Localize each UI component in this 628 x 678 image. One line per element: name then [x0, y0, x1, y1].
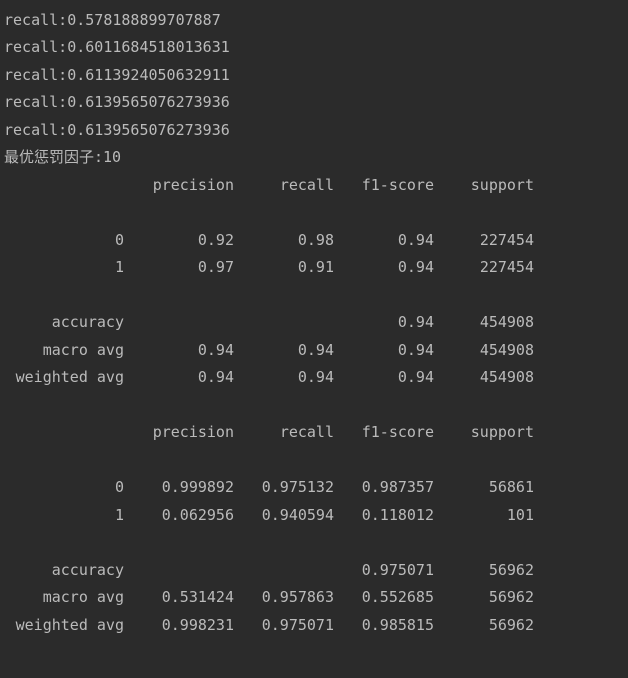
- summary-f1-score: 0.975071: [361, 561, 434, 579]
- header-precision: precision: [152, 176, 234, 194]
- summary-support: 454908: [479, 341, 534, 359]
- summary-precision: 0.998231: [161, 616, 234, 634]
- summary-label: macro avg: [42, 588, 124, 606]
- header-precision: precision: [152, 423, 234, 441]
- header-recall: recall: [279, 423, 334, 441]
- summary-f1-score: 0.94: [397, 368, 434, 386]
- summary-support: 454908: [479, 313, 534, 331]
- header-f1-score: f1-score: [361, 423, 434, 441]
- row-support: 227454: [479, 231, 534, 249]
- summary-precision: 0.94: [197, 341, 234, 359]
- header-support: support: [470, 176, 534, 194]
- recall-line: recall:0.6139565076273936: [4, 121, 230, 139]
- summary-recall: 0.94: [297, 368, 334, 386]
- summary-recall: 0.957863: [261, 588, 334, 606]
- recall-line: recall:0.6011684518013631: [4, 38, 230, 56]
- summary-support: 56962: [488, 588, 534, 606]
- row-precision: 0.999892: [161, 478, 234, 496]
- summary-label: macro avg: [42, 341, 124, 359]
- summary-label: accuracy: [51, 561, 124, 579]
- row-recall: 0.940594: [261, 506, 334, 524]
- header-support: support: [470, 423, 534, 441]
- console-output: _ _ recall:0.578188899707887 recall:0.60…: [4, 0, 624, 678]
- header-recall: recall: [279, 176, 334, 194]
- row-f1-score: 0.94: [397, 258, 434, 276]
- header-f1-score: f1-score: [361, 176, 434, 194]
- row-f1-score: 0.987357: [361, 478, 434, 496]
- clipped-previous-line: _ _: [4, 0, 374, 1]
- summary-f1-score: 0.985815: [361, 616, 434, 634]
- row-recall: 0.98: [297, 231, 334, 249]
- best-penalty-factor-line: 最优惩罚因子:10: [4, 148, 122, 166]
- summary-label: weighted avg: [15, 368, 124, 386]
- row-precision: 0.97: [197, 258, 234, 276]
- row-label: 0: [114, 231, 124, 249]
- row-recall: 0.975132: [261, 478, 334, 496]
- recall-line: recall:0.6139565076273936: [4, 93, 230, 111]
- summary-precision: 0.94: [197, 368, 234, 386]
- row-support: 227454: [479, 258, 534, 276]
- row-support: 101: [506, 506, 534, 524]
- summary-support: 56962: [488, 616, 534, 634]
- row-f1-score: 0.94: [397, 231, 434, 249]
- row-support: 56861: [488, 478, 534, 496]
- row-label: 1: [114, 506, 124, 524]
- summary-recall: 0.975071: [261, 616, 334, 634]
- summary-support: 56962: [488, 561, 534, 579]
- row-label: 0: [114, 478, 124, 496]
- recall-line: recall:0.6113924050632911: [4, 66, 230, 84]
- row-precision: 0.92: [197, 231, 234, 249]
- summary-f1-score: 0.552685: [361, 588, 434, 606]
- row-f1-score: 0.118012: [361, 506, 434, 524]
- summary-label: accuracy: [51, 313, 124, 331]
- summary-precision: 0.531424: [161, 588, 234, 606]
- summary-support: 454908: [479, 368, 534, 386]
- row-recall: 0.91: [297, 258, 334, 276]
- recall-line: recall:0.578188899707887: [4, 11, 221, 29]
- summary-label: weighted avg: [15, 616, 124, 634]
- summary-f1-score: 0.94: [397, 313, 434, 331]
- row-label: 1: [114, 258, 124, 276]
- summary-f1-score: 0.94: [397, 341, 434, 359]
- summary-recall: 0.94: [297, 341, 334, 359]
- row-precision: 0.062956: [161, 506, 234, 524]
